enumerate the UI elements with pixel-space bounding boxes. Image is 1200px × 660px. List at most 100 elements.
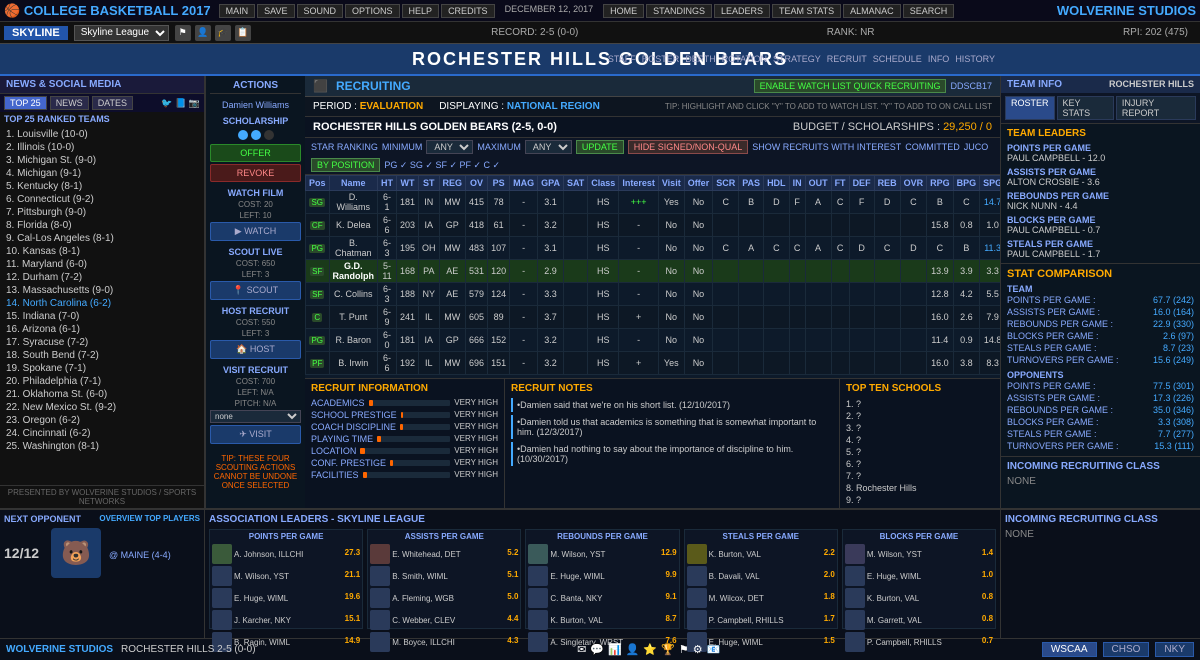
team-15[interactable]: 15. Indiana (7-0) (4, 310, 200, 323)
nav-leaders[interactable]: LEADERS (714, 4, 770, 18)
col-out[interactable]: OUT (805, 176, 831, 191)
btn-wscaa[interactable]: WSCAA (1042, 642, 1097, 657)
team-11[interactable]: 11. Maryland (6-0) (4, 258, 200, 271)
league-select[interactable]: Skyline League (74, 25, 169, 41)
icon2[interactable]: 👤 (195, 25, 211, 41)
rotation-btn[interactable]: ROTATION (722, 54, 767, 64)
nav-teamstats[interactable]: TEAM STATS (772, 4, 841, 18)
table-row[interactable]: CT. Punt6-9241ILMW60589-3.7HS+NoNo16.02.… (306, 306, 1001, 329)
table-row[interactable]: PGR. Baron6-0181IAGP666152-3.2HS-NoNo11.… (306, 329, 1001, 352)
col-ovr[interactable]: OVR (900, 176, 927, 191)
team-1[interactable]: 1. Louisville (10-0) (4, 128, 200, 141)
team-4[interactable]: 4. Michigan (9-1) (4, 167, 200, 180)
col-offer[interactable]: Offer (684, 176, 713, 191)
table-row[interactable]: SGD. Williams6-1181INMW41578-3.1HS+++Yes… (306, 191, 1001, 214)
nav-search[interactable]: SEARCH (903, 4, 955, 18)
tab-news[interactable]: NEWS (50, 96, 89, 110)
revoke-button[interactable]: REVOKE (210, 164, 301, 182)
team-22[interactable]: 22. New Mexico St. (9-2) (4, 401, 200, 414)
team-20[interactable]: 20. Philadelphia (7-1) (4, 375, 200, 388)
col-hdl[interactable]: HDL (764, 176, 790, 191)
tab-key-stats[interactable]: KEY STATS (1057, 96, 1114, 120)
col-ps[interactable]: PS (488, 176, 510, 191)
team-10[interactable]: 10. Kansas (8-1) (4, 245, 200, 258)
nav-options[interactable]: OPTIONS (345, 4, 400, 18)
nav-help[interactable]: HELP (402, 4, 440, 18)
offer-button[interactable]: OFFER (210, 144, 301, 162)
col-pos[interactable]: Pos (306, 176, 330, 191)
depth-btn[interactable]: DEPTH (685, 54, 716, 64)
team-12[interactable]: 12. Durham (7-2) (4, 271, 200, 284)
icon4[interactable]: 📋 (235, 25, 251, 41)
team-18[interactable]: 18. South Bend (7-2) (4, 349, 200, 362)
staff-btn[interactable]: STAFF (608, 54, 636, 64)
team-5[interactable]: 5. Kentucky (8-1) (4, 180, 200, 193)
icon1[interactable]: ⚑ (175, 25, 191, 41)
team-3[interactable]: 3. Michigan St. (9-0) (4, 154, 200, 167)
col-bpg[interactable]: BPG (953, 176, 980, 191)
team-2[interactable]: 2. Illinois (10-0) (4, 141, 200, 154)
visit-select[interactable]: none (210, 410, 301, 423)
by-position-btn[interactable]: BY POSITION (311, 158, 380, 172)
nav-credits[interactable]: CREDITS (441, 4, 495, 18)
recruit-btn[interactable]: RECRUIT (827, 54, 867, 64)
table-row[interactable]: CFK. Delea6-6203IAGP41861-3.2HS-NoNo15.8… (306, 214, 1001, 237)
col-in[interactable]: IN (789, 176, 805, 191)
col-reb[interactable]: REB (874, 176, 900, 191)
team-14[interactable]: 14. North Carolina (6-2) (4, 297, 200, 310)
col-visit[interactable]: Visit (658, 176, 684, 191)
scout-button[interactable]: 📍 SCOUT (210, 281, 301, 300)
table-row[interactable]: PFB. Irwin6-6192ILMW696151-3.2HS+YesNo16… (306, 352, 1001, 375)
filter-max-select[interactable]: ANY (525, 140, 572, 154)
nav-save[interactable]: SAVE (257, 4, 294, 18)
col-spg[interactable]: SPG (980, 176, 1000, 191)
col-pas[interactable]: PAS (739, 176, 764, 191)
col-wt[interactable]: WT (397, 176, 419, 191)
col-scr[interactable]: SCR (713, 176, 739, 191)
filter-min-select[interactable]: ANY (426, 140, 473, 154)
nav-almanac[interactable]: ALMANAC (843, 4, 901, 18)
col-ht[interactable]: HT (378, 176, 397, 191)
team-6[interactable]: 6. Connecticut (9-2) (4, 193, 200, 206)
team-9[interactable]: 9. Cal-Los Angeles (8-1) (4, 232, 200, 245)
team-17[interactable]: 17. Syracuse (7-2) (4, 336, 200, 349)
col-sat[interactable]: SAT (563, 176, 587, 191)
roster-btn[interactable]: ROSTER (642, 54, 680, 64)
update-button[interactable]: UPDATE (576, 140, 624, 154)
col-ov[interactable]: OV (466, 176, 488, 191)
table-row-selected[interactable]: SFG.D. Randolph5-11168PAAE531120-2.9HS-N… (306, 260, 1001, 283)
nav-standings[interactable]: STANDINGS (646, 4, 712, 18)
nav-home[interactable]: HOME (603, 4, 644, 18)
host-button[interactable]: 🏠 HOST (210, 340, 301, 359)
strategy-btn[interactable]: STRATEGY (773, 54, 821, 64)
team-7[interactable]: 7. Pittsburgh (9-0) (4, 206, 200, 219)
hide-button[interactable]: HIDE SIGNED/NON-QUAL (628, 140, 749, 154)
col-reg[interactable]: REG (439, 176, 466, 191)
col-mag[interactable]: MAG (510, 176, 538, 191)
team-13[interactable]: 13. Massachusetts (9-0) (4, 284, 200, 297)
enable-watchlist-btn[interactable]: ENABLE WATCH LIST QUICK RECRUITING (754, 79, 947, 93)
team-19[interactable]: 19. Spokane (7-1) (4, 362, 200, 375)
btn-chso[interactable]: CHSO (1103, 642, 1150, 657)
col-interest[interactable]: Interest (619, 176, 659, 191)
col-class[interactable]: Class (588, 176, 619, 191)
schedule-btn[interactable]: SCHEDULE (873, 54, 922, 64)
col-def[interactable]: DEF (849, 176, 874, 191)
col-gpa[interactable]: GPA (538, 176, 564, 191)
col-ft[interactable]: FT (831, 176, 849, 191)
watch-film-button[interactable]: ▶ WATCH (210, 222, 301, 241)
col-st[interactable]: ST (419, 176, 440, 191)
table-row[interactable]: PGB. Chatman6-3195OHMW483107-3.1HS-NoNoC… (306, 237, 1001, 260)
col-name[interactable]: Name (329, 176, 377, 191)
tab-injury-report[interactable]: INJURY REPORT (1116, 96, 1196, 120)
tab-top25[interactable]: TOP 25 (4, 96, 47, 110)
nav-sound[interactable]: SOUND (297, 4, 344, 18)
icon3[interactable]: 🎓 (215, 25, 231, 41)
table-row[interactable]: SFC. Collins6-3188NYAE579124-3.3HS-NoNo1… (306, 283, 1001, 306)
tab-dates[interactable]: DATES (92, 96, 133, 110)
team-16[interactable]: 16. Arizona (6-1) (4, 323, 200, 336)
team-25[interactable]: 25. Washington (8-1) (4, 440, 200, 453)
team-23[interactable]: 23. Oregon (6-2) (4, 414, 200, 427)
col-rpg[interactable]: RPG (927, 176, 954, 191)
btn-nky[interactable]: NKY (1155, 642, 1194, 657)
